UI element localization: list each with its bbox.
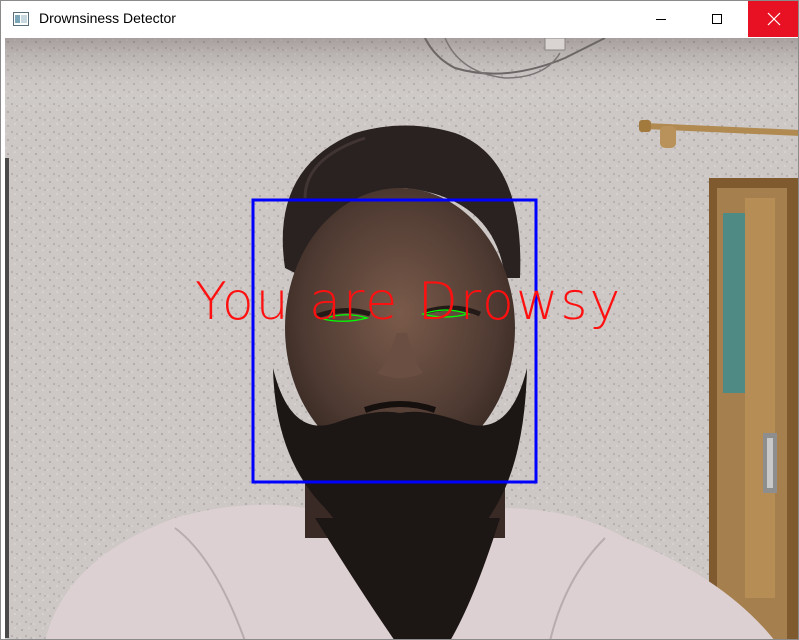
app-icon [13,12,29,26]
minimize-button[interactable] [638,1,684,37]
webcam-frame [5,38,798,639]
title-bar[interactable]: Drownsiness Detector [1,1,798,37]
drowsiness-alert-text: You are Drowsy [195,272,623,332]
close-icon [767,12,781,26]
maximize-icon [712,14,722,24]
window-title: Drownsiness Detector [39,10,176,26]
maximize-button[interactable] [694,1,740,37]
minimize-icon [656,19,666,20]
app-window: Drownsiness Detector You are Drowsy [0,0,799,640]
door [709,178,798,639]
webcam-feed: You are Drowsy [5,38,798,639]
close-button[interactable] [748,1,798,37]
